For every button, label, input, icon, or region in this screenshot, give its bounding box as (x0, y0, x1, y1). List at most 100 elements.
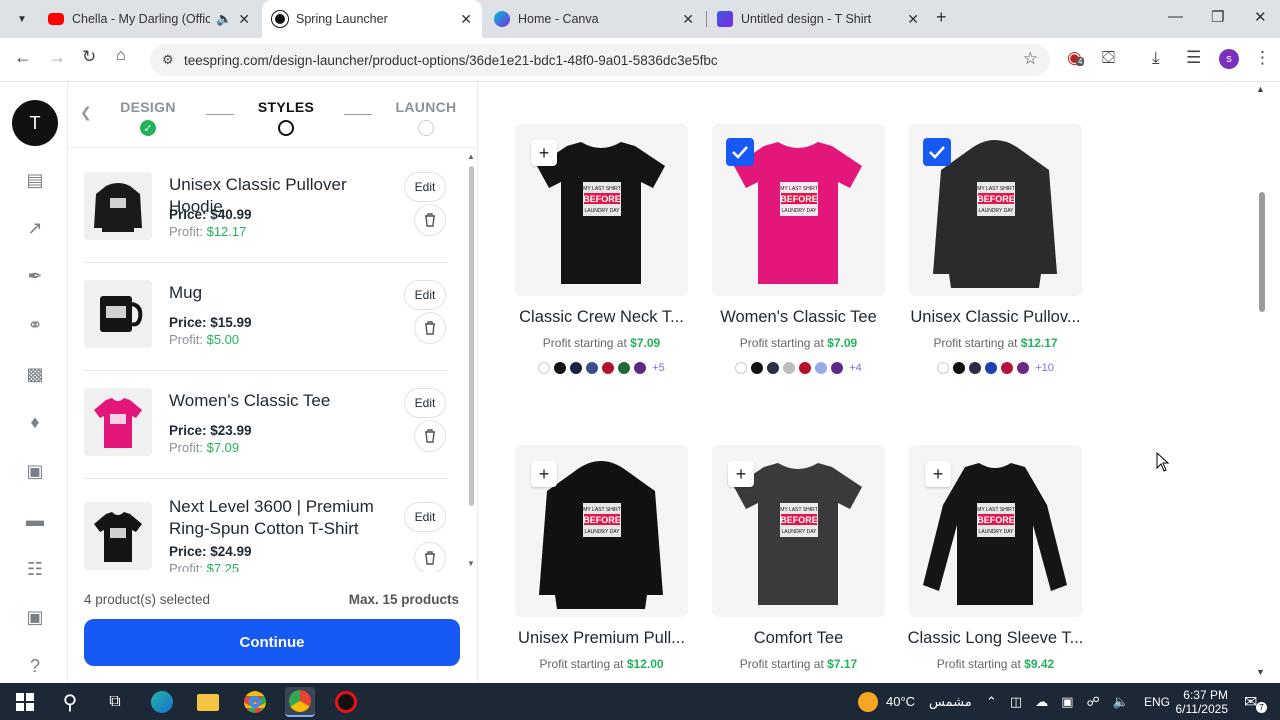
color-swatch[interactable] (831, 362, 844, 374)
color-swatch[interactable] (602, 362, 615, 374)
continue-button[interactable]: Continue (84, 619, 460, 666)
close-tab-icon[interactable]: ✕ (682, 11, 694, 28)
scroll-up-icon[interactable]: ▲ (1256, 84, 1265, 94)
color-swatch[interactable] (634, 362, 647, 374)
close-tab-icon[interactable]: ✕ (460, 11, 472, 28)
color-swatch[interactable] (937, 362, 950, 374)
color-swatch[interactable] (783, 362, 796, 374)
speaker-icon[interactable]: 🔈 (216, 11, 232, 27)
forward-icon[interactable]: → (48, 47, 66, 68)
briefcase-icon[interactable]: ▣ (23, 605, 47, 629)
help-icon[interactable]: ? (23, 654, 47, 678)
notifications-icon[interactable]: ✉ 7 (1244, 683, 1267, 720)
network-icon[interactable]: ☍ (1087, 694, 1100, 710)
color-swatch[interactable] (570, 362, 583, 374)
step-styles[interactable]: STYLES (246, 99, 326, 115)
color-swatch[interactable] (985, 362, 998, 374)
more-colors[interactable]: +5 (652, 362, 665, 374)
tab-search-icon[interactable]: ▼ (8, 7, 36, 31)
store-avatar[interactable]: T (12, 100, 58, 146)
tab-canva-design[interactable]: Untitled design - T Shirt ✕ (707, 0, 929, 38)
cart-icon[interactable]: ▣ (23, 459, 47, 483)
browser-menu-icon[interactable]: ⋮ (1254, 48, 1271, 68)
language-indicator[interactable]: ENG (1144, 683, 1170, 720)
color-swatch[interactable] (1017, 362, 1030, 374)
edit-button[interactable]: Edit (404, 388, 446, 418)
color-swatch[interactable] (538, 362, 551, 374)
add-product-icon[interactable]: + (728, 461, 754, 487)
weather-widget[interactable]: 40°C مشمس (858, 683, 972, 720)
reload-icon[interactable]: ↻ (82, 47, 96, 67)
color-swatch[interactable] (969, 362, 982, 374)
scroll-down-icon[interactable]: ▼ (467, 559, 475, 568)
color-swatch[interactable] (554, 362, 567, 374)
extension-shield-icon[interactable]: ◉ 4 (1067, 48, 1085, 68)
edit-button[interactable]: Edit (404, 172, 446, 202)
more-colors[interactable]: +10 (1035, 362, 1054, 374)
scroll-up-icon[interactable]: ▲ (467, 152, 475, 161)
delete-trash-icon[interactable] (414, 420, 446, 452)
document-icon[interactable]: ☷ (23, 557, 47, 581)
search-icon[interactable]: ⚲ (55, 687, 85, 717)
close-tab-icon[interactable]: ✕ (238, 11, 250, 28)
address-bar[interactable]: ⚙ teespring.com/design-launcher/product-… (150, 44, 1050, 76)
color-swatch[interactable] (953, 362, 966, 374)
color-swatch[interactable] (751, 362, 764, 374)
color-swatch[interactable] (767, 362, 780, 374)
dashboard-icon[interactable]: ▤ (23, 168, 47, 192)
bar-chart-icon[interactable]: ▩ (23, 362, 47, 386)
add-product-icon[interactable]: + (925, 461, 951, 487)
download-icon[interactable]: ⤓ (1152, 48, 1160, 68)
selected-checkbox-icon[interactable] (923, 138, 951, 166)
recorder-icon[interactable] (331, 687, 361, 717)
more-colors[interactable]: +4 (849, 362, 862, 374)
bookmark-star-icon[interactable]: ☆ (1023, 49, 1038, 69)
color-swatch[interactable] (618, 362, 631, 374)
chevron-up-icon[interactable]: ⌃ (986, 694, 997, 710)
analytics-trend-icon[interactable]: ↗ (23, 216, 47, 240)
profile-avatar[interactable]: s (1219, 49, 1239, 69)
step-design[interactable]: DESIGN (108, 99, 188, 115)
clock[interactable]: 6:37 PM 6/11/2025 (1176, 683, 1229, 720)
color-swatch[interactable] (799, 362, 812, 374)
edit-button[interactable]: Edit (404, 280, 446, 310)
tray-app-icon[interactable]: ◫ (1010, 694, 1022, 710)
windows-start-icon[interactable] (10, 687, 40, 717)
close-tab-icon[interactable]: ✕ (907, 11, 919, 28)
back-icon[interactable]: ← (14, 47, 32, 68)
link-icon[interactable]: ⚭ (23, 313, 47, 337)
color-swatch[interactable] (735, 362, 748, 374)
extensions-puzzle-icon[interactable]: ⛋ (1102, 48, 1115, 68)
edge-icon[interactable] (147, 687, 177, 717)
home-icon[interactable]: ⌂ (116, 47, 126, 65)
list-scrollbar[interactable] (469, 166, 474, 506)
task-view-icon[interactable]: ⧉ (100, 687, 130, 717)
cloud-icon[interactable]: ☁ (1035, 694, 1048, 710)
tag-icon[interactable]: ♦ (23, 410, 47, 434)
tab-canva-home[interactable]: Home - Canva ✕ (484, 0, 704, 38)
color-swatch[interactable] (815, 362, 828, 374)
add-product-icon[interactable]: + (531, 140, 557, 166)
maximize-button[interactable]: ❐ (1211, 8, 1224, 26)
media-control-icon[interactable]: ☰ (1186, 48, 1201, 68)
delete-trash-icon[interactable] (414, 542, 446, 572)
card-icon[interactable]: ▬ (23, 508, 47, 532)
minimize-button[interactable]: — (1168, 8, 1183, 25)
delete-trash-icon[interactable] (414, 204, 446, 236)
tab-spring-launcher[interactable]: Spring Launcher ✕ (262, 0, 482, 38)
step-launch[interactable]: LAUNCH (386, 99, 466, 115)
color-swatch[interactable] (1001, 362, 1014, 374)
close-window-button[interactable]: ✕ (1254, 8, 1267, 26)
chrome-active-icon[interactable] (285, 687, 315, 717)
display-icon[interactable]: ▣ (1061, 694, 1073, 710)
scroll-down-icon[interactable]: ▼ (1256, 667, 1265, 677)
catalog-scrollbar[interactable] (1259, 192, 1265, 312)
delete-trash-icon[interactable] (414, 312, 446, 344)
site-settings-icon[interactable]: ⚙ (162, 52, 174, 68)
selected-checkbox-icon[interactable] (726, 138, 754, 166)
volume-icon[interactable]: 🔈 (1113, 694, 1129, 710)
file-explorer-icon[interactable] (193, 687, 223, 717)
color-swatch[interactable] (586, 362, 599, 374)
new-tab-button[interactable]: + (936, 7, 947, 28)
chrome-icon[interactable] (240, 687, 270, 717)
